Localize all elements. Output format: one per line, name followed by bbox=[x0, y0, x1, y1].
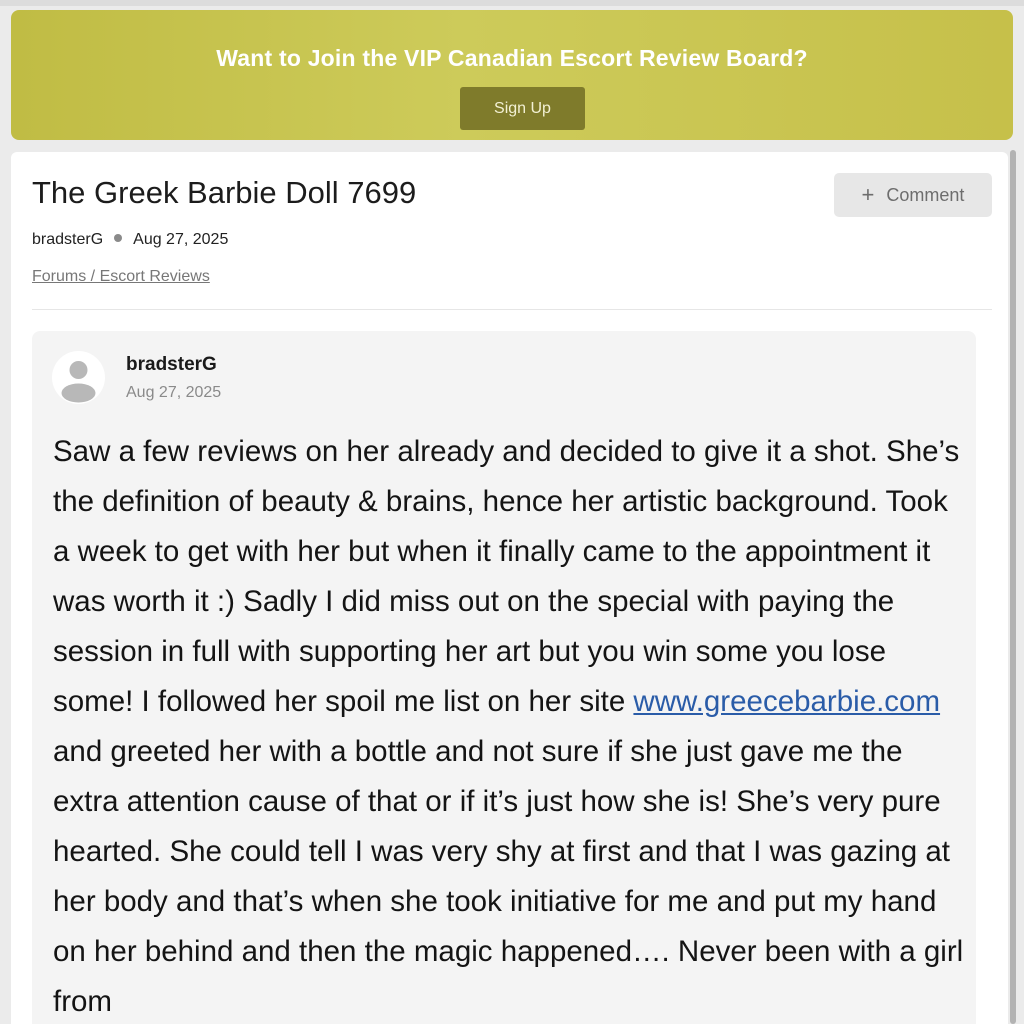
thread-meta: bradsterG Aug 27, 2025 bbox=[32, 231, 228, 249]
thread-title: The Greek Barbie Doll 7699 bbox=[32, 175, 417, 210]
comment-button-label: Comment bbox=[886, 185, 965, 205]
post-author[interactable]: bradsterG bbox=[126, 354, 217, 376]
scrollbar[interactable] bbox=[1010, 150, 1016, 1024]
vip-promo-banner: Want to Join the VIP Canadian Escort Rev… bbox=[11, 10, 1013, 140]
post-body: Saw a few reviews on her already and dec… bbox=[53, 427, 968, 1024]
plus-icon: + bbox=[861, 182, 875, 207]
thread-card: The Greek Barbie Doll 7699 + Comment brad… bbox=[11, 152, 1008, 1024]
thread-author[interactable]: bradsterG bbox=[32, 231, 103, 248]
post-date: Aug 27, 2025 bbox=[126, 384, 222, 401]
separator-dot-icon bbox=[114, 234, 123, 242]
sign-up-button[interactable]: Sign Up bbox=[460, 87, 585, 130]
post: bradsterG Aug 27, 2025 Saw a few reviews… bbox=[32, 331, 976, 1024]
divider bbox=[32, 309, 992, 310]
page: Want to Join the VIP Canadian Escort Rev… bbox=[0, 0, 1024, 1024]
comment-button[interactable]: + Comment bbox=[834, 173, 992, 217]
post-text-before-link: Saw a few reviews on her already and dec… bbox=[53, 435, 960, 718]
user-avatar-icon[interactable] bbox=[52, 351, 105, 404]
top-edge bbox=[0, 0, 1024, 6]
breadcrumb-link[interactable]: Forums / Escort Reviews bbox=[32, 268, 210, 286]
thread-date: Aug 27, 2025 bbox=[133, 231, 229, 248]
site-link[interactable]: www.greecebarbie.com bbox=[633, 685, 940, 718]
promo-title: Want to Join the VIP Canadian Escort Rev… bbox=[216, 45, 808, 71]
post-text-after-link: and greeted her with a bottle and not su… bbox=[53, 735, 964, 1018]
